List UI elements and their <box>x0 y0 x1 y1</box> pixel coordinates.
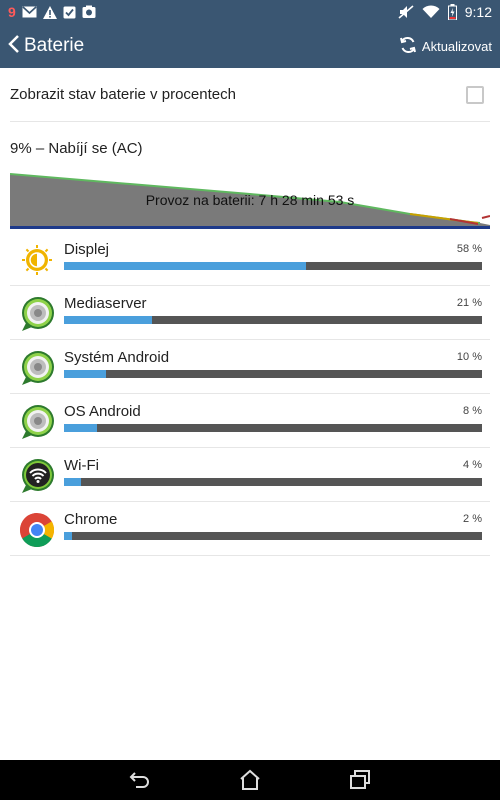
chevron-left-icon <box>8 34 20 59</box>
usage-bar <box>64 370 482 378</box>
home-icon <box>240 769 260 790</box>
photo-icon <box>82 5 96 19</box>
back-arrow-icon <box>129 772 149 788</box>
usage-item[interactable]: Chrome 2 % <box>10 502 490 556</box>
battery-settings-screen: 9 9:12 Baterie Aktualizovat Zobrazit sta… <box>0 0 500 800</box>
nav-home-button[interactable] <box>235 765 265 795</box>
notification-icons: 9 <box>8 4 96 20</box>
show-percentage-checkbox[interactable] <box>466 85 484 104</box>
refresh-label: Aktualizovat <box>421 38 492 54</box>
show-percentage-setting[interactable]: Zobrazit stav baterie v procentech <box>10 68 490 122</box>
usage-bar <box>64 316 482 324</box>
page-title: Baterie <box>24 35 85 56</box>
usage-bar <box>64 532 482 540</box>
action-bar: Baterie Aktualizovat <box>0 24 500 68</box>
usage-percent: 21 % <box>456 297 482 309</box>
refresh-button[interactable]: Aktualizovat <box>398 24 500 68</box>
status-bar: 9 9:12 <box>0 0 500 24</box>
notification-count: 9 <box>8 4 16 20</box>
usage-app-name: Wi-Fi <box>64 457 99 474</box>
usage-item[interactable]: Wi-Fi 4 % <box>10 448 490 502</box>
battery-runtime-label: Provoz na baterii: 7 h 28 min 53 s <box>146 192 355 208</box>
task-icon <box>63 5 76 19</box>
warning-icon <box>42 5 57 19</box>
content: Zobrazit stav baterie v procentech 9% – … <box>0 68 500 760</box>
clock: 9:12 <box>464 4 492 20</box>
usage-app-name: Chrome <box>64 511 118 528</box>
usage-bar-fill <box>64 316 152 324</box>
usage-percent: 58 % <box>456 243 482 255</box>
nav-recents-button[interactable] <box>345 765 375 795</box>
battery-usage-list: Displej 58 % Mediaserver 21 % Systém Android… <box>10 232 490 556</box>
battery-charging-line <box>481 215 490 219</box>
graph-baseline <box>10 226 490 229</box>
usage-app-name: Systém Android <box>64 349 170 366</box>
recents-icon <box>350 770 370 789</box>
wifi-icon <box>422 5 440 19</box>
usage-item[interactable]: Displej 58 % <box>10 232 490 286</box>
navigation-bar <box>0 760 500 800</box>
battery-history-graph[interactable]: Provoz na baterii: 7 h 28 min 53 s <box>10 172 490 230</box>
usage-bar <box>64 262 482 270</box>
usage-bar-fill <box>64 478 81 486</box>
usage-percent: 2 % <box>463 513 482 525</box>
usage-percent: 8 % <box>463 405 482 417</box>
usage-percent: 4 % <box>463 459 482 471</box>
brightness-icon <box>18 241 56 279</box>
android-system-icon <box>18 295 56 333</box>
usage-app-name: Mediaserver <box>64 295 147 312</box>
gmail-icon <box>22 6 37 18</box>
wifi-icon <box>18 457 56 495</box>
usage-app-name: Displej <box>64 241 110 258</box>
android-system-icon <box>18 349 56 387</box>
usage-bar-fill <box>64 370 106 378</box>
mute-icon <box>398 5 414 19</box>
usage-bar <box>64 424 482 432</box>
usage-item[interactable]: Mediaserver 21 % <box>10 286 490 340</box>
refresh-icon <box>398 35 418 58</box>
chrome-icon <box>18 511 56 549</box>
battery-status: 9% – Nabíjí se (AC) <box>10 140 143 157</box>
usage-bar-fill <box>64 532 73 540</box>
usage-app-name: OS Android <box>64 403 141 420</box>
show-percentage-label: Zobrazit stav baterie v procentech <box>10 86 236 103</box>
back-button[interactable]: Baterie <box>0 24 84 68</box>
usage-item[interactable]: OS Android 8 % <box>10 394 490 448</box>
usage-bar-fill <box>64 262 307 270</box>
android-system-icon <box>18 403 56 441</box>
usage-bar <box>64 478 482 486</box>
system-indicators: 9:12 <box>398 4 492 20</box>
usage-item[interactable]: Systém Android 10 % <box>10 340 490 394</box>
battery-charging-icon <box>447 4 457 20</box>
usage-percent: 10 % <box>456 351 482 363</box>
nav-back-button[interactable] <box>125 765 155 795</box>
usage-bar-fill <box>64 424 98 432</box>
